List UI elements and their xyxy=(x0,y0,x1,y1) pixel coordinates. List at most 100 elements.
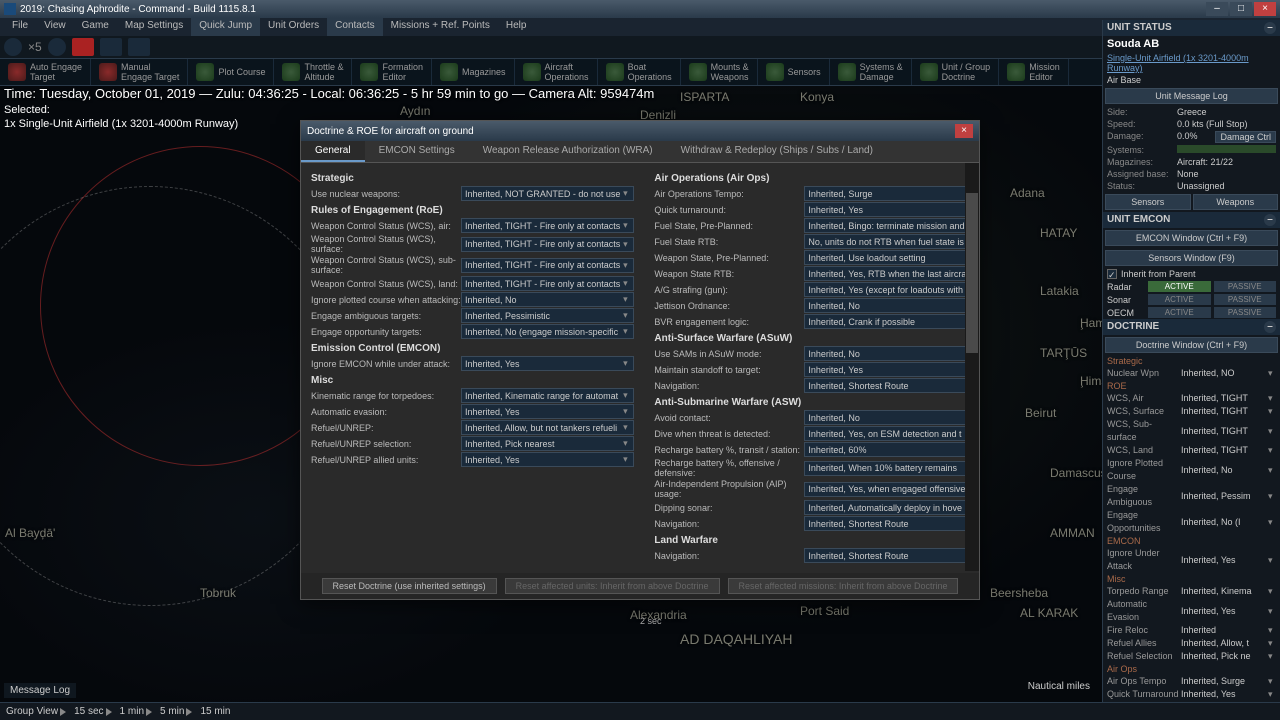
step-15m-button[interactable]: 15 min xyxy=(200,706,230,717)
btn-sensors[interactable]: Sensors xyxy=(758,59,830,85)
wpn-rtb-select[interactable]: Inherited, Yes, RTB when the last aircra… xyxy=(804,266,965,281)
dive-select[interactable]: Inherited, Yes, on ESM detection and t▾ xyxy=(804,426,965,441)
menu-view[interactable]: View xyxy=(36,18,74,36)
nav-land-select[interactable]: Inherited, Shortest Route▾ xyxy=(804,548,965,563)
kin-rng-select[interactable]: Inherited, Kinematic range for automat▾ xyxy=(461,388,634,403)
jettison-select[interactable]: Inherited, No▾ xyxy=(804,298,965,313)
record-icon[interactable] xyxy=(72,38,94,56)
fuel-pre-select[interactable]: Inherited, Bingo: terminate mission and▾ xyxy=(804,218,965,233)
menu-missions[interactable]: Missions + Ref. Points xyxy=(383,18,498,36)
scrollbar-thumb[interactable] xyxy=(966,193,978,353)
dialog-titlebar[interactable]: Doctrine & ROE for aircraft on ground × xyxy=(301,121,979,141)
refuel-sel-select[interactable]: Inherited, Pick nearest▾ xyxy=(461,436,634,451)
oecm-passive[interactable]: PASSIVE xyxy=(1214,307,1277,318)
wpn-pre-select[interactable]: Inherited, Use loadout setting▾ xyxy=(804,250,965,265)
message-log-button[interactable]: Message Log xyxy=(4,683,76,698)
sams-select[interactable]: Inherited, No▾ xyxy=(804,346,965,361)
aip-select[interactable]: Inherited, Yes, when engaged offensive▾ xyxy=(804,482,965,497)
tool-icon-2[interactable] xyxy=(128,38,150,56)
wcs-air-select[interactable]: Inherited, TIGHT - Fire only at contacts… xyxy=(461,218,634,233)
ignore-plot-select[interactable]: Inherited, No▾ xyxy=(461,292,634,307)
collapse-icon[interactable]: – xyxy=(1264,321,1276,333)
wcs-surf-select[interactable]: Inherited, TIGHT - Fire only at contacts… xyxy=(461,237,634,252)
recharge-o-select[interactable]: Inherited, When 10% battery remains▾ xyxy=(804,461,965,476)
nukes-select[interactable]: Inherited, NOT GRANTED - do not use▾ xyxy=(461,186,634,201)
window-max-button[interactable]: □ xyxy=(1230,2,1252,16)
btn-formation[interactable]: FormationEditor xyxy=(352,59,432,85)
tab-emcon[interactable]: EMCON Settings xyxy=(365,141,469,162)
sensors-window-button[interactable]: Sensors Window (F9) xyxy=(1105,250,1278,266)
btn-auto-engage[interactable]: Auto EngageTarget xyxy=(0,59,91,85)
btn-doctrine[interactable]: Unit / GroupDoctrine xyxy=(912,59,1000,85)
chevron-down-icon[interactable]: ▾ xyxy=(1268,367,1276,380)
emcon-window-button[interactable]: EMCON Window (Ctrl + F9) xyxy=(1105,230,1278,246)
menu-contacts[interactable]: Contacts xyxy=(327,18,382,36)
dip-select[interactable]: Inherited, Automatically deploy in hove▾ xyxy=(804,500,965,515)
menu-mapsettings[interactable]: Map Settings xyxy=(117,18,191,36)
wcs-land-select[interactable]: Inherited, TIGHT - Fire only at contacts… xyxy=(461,276,634,291)
nav-asuw-select[interactable]: Inherited, Shortest Route▾ xyxy=(804,378,965,393)
collapse-icon[interactable]: – xyxy=(1264,22,1276,34)
eng-ambig-select[interactable]: Inherited, Pessimistic▾ xyxy=(461,308,634,323)
btn-throttle[interactable]: Throttle &Altitude xyxy=(274,59,352,85)
ign-emcon-select[interactable]: Inherited, Yes▾ xyxy=(461,356,634,371)
play-icon[interactable] xyxy=(48,38,66,56)
menu-game[interactable]: Game xyxy=(74,18,117,36)
nav-asw-select[interactable]: Inherited, Shortest Route▾ xyxy=(804,516,965,531)
btn-plot-course[interactable]: Plot Course xyxy=(188,59,274,85)
menu-help[interactable]: Help xyxy=(498,18,535,36)
weapons-button[interactable]: Weapons xyxy=(1193,194,1279,210)
refuel-select[interactable]: Inherited, Allow, but not tankers refuel… xyxy=(461,420,634,435)
refuel-ally-select[interactable]: Inherited, Yes▾ xyxy=(461,452,634,467)
airops-tempo-select[interactable]: Inherited, Surge▾ xyxy=(804,186,965,201)
btn-magazines[interactable]: Magazines xyxy=(432,59,515,85)
menu-quickjump[interactable]: Quick Jump xyxy=(191,18,260,36)
btn-aircraft-ops[interactable]: AircraftOperations xyxy=(515,59,598,85)
btn-mission-editor[interactable]: MissionEditor xyxy=(999,59,1069,85)
fuel-rtb-select[interactable]: No, units do not RTB when fuel state is▾ xyxy=(804,234,965,249)
inherit-checkbox[interactable]: ✓ xyxy=(1107,269,1117,279)
sensors-button[interactable]: Sensors xyxy=(1105,194,1191,210)
menu-unitorders[interactable]: Unit Orders xyxy=(260,18,327,36)
oecm-active[interactable]: ACTIVE xyxy=(1148,307,1211,318)
auto-ev-select[interactable]: Inherited, Yes▾ xyxy=(461,404,634,419)
dmg-ctrl-button[interactable]: Damage Ctrl xyxy=(1215,131,1276,143)
step-15s-button[interactable]: 15 sec xyxy=(74,706,111,717)
radar-active[interactable]: ACTIVE xyxy=(1148,281,1211,292)
standoff-select[interactable]: Inherited, Yes▾ xyxy=(804,362,965,377)
refresh-icon[interactable] xyxy=(4,38,22,56)
tab-general[interactable]: General xyxy=(301,141,365,162)
btn-mounts[interactable]: Mounts &Weapons xyxy=(681,59,758,85)
reset-doctrine-button[interactable]: Reset Doctrine (use inherited settings) xyxy=(322,578,497,594)
reset-missions-button[interactable]: Reset affected missions: Inherit from ab… xyxy=(728,578,959,594)
sonar-active[interactable]: ACTIVE xyxy=(1148,294,1211,305)
tab-withdraw[interactable]: Withdraw & Redeploy (Ships / Subs / Land… xyxy=(667,141,887,162)
dialog-scrollbar[interactable] xyxy=(965,163,979,571)
window-min-button[interactable]: – xyxy=(1206,2,1228,16)
menu-file[interactable]: File xyxy=(4,18,36,36)
group-view-button[interactable]: Group View xyxy=(6,706,66,717)
recharge-t-select[interactable]: Inherited, 60%▾ xyxy=(804,442,965,457)
avoid-select[interactable]: Inherited, No▾ xyxy=(804,410,965,425)
unit-type-link[interactable]: Single-Unit Airfield (1x 3201-4000m Runw… xyxy=(1103,52,1280,74)
bvr-select[interactable]: Inherited, Crank if possible▾ xyxy=(804,314,965,329)
btn-manual-engage[interactable]: ManualEngage Target xyxy=(91,59,188,85)
step-5m-button[interactable]: 5 min xyxy=(160,706,192,717)
dialog-close-button[interactable]: × xyxy=(955,124,973,138)
quick-turn-select[interactable]: Inherited, Yes▾ xyxy=(804,202,965,217)
strafe-select[interactable]: Inherited, Yes (except for loadouts with… xyxy=(804,282,965,297)
collapse-icon[interactable]: – xyxy=(1264,214,1276,226)
reset-units-button[interactable]: Reset affected units: Inherit from above… xyxy=(505,578,720,594)
step-1m-button[interactable]: 1 min xyxy=(120,706,152,717)
window-close-button[interactable]: × xyxy=(1254,2,1276,16)
sonar-passive[interactable]: PASSIVE xyxy=(1214,294,1277,305)
btn-systems[interactable]: Systems &Damage xyxy=(830,59,912,85)
tool-icon-1[interactable] xyxy=(100,38,122,56)
tab-wra[interactable]: Weapon Release Authorization (WRA) xyxy=(469,141,667,162)
unit-msg-log-button[interactable]: Unit Message Log xyxy=(1105,88,1278,104)
eng-opp-select[interactable]: Inherited, No (engage mission-specific▾ xyxy=(461,324,634,339)
radar-passive[interactable]: PASSIVE xyxy=(1214,281,1277,292)
btn-boat-ops[interactable]: BoatOperations xyxy=(598,59,681,85)
wcs-sub-select[interactable]: Inherited, TIGHT - Fire only at contacts… xyxy=(461,258,634,273)
doctrine-window-button[interactable]: Doctrine Window (Ctrl + F9) xyxy=(1105,337,1278,353)
